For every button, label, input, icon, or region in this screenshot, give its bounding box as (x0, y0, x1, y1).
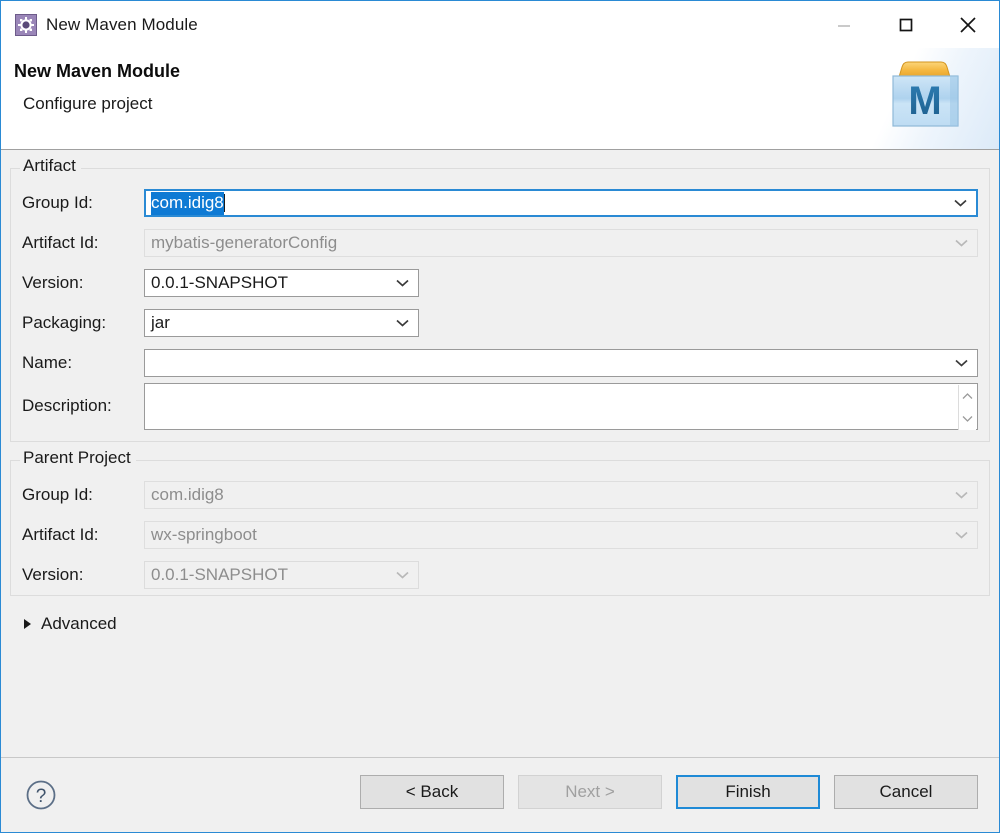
artifact-packaging-combo[interactable]: jar (144, 309, 419, 337)
next-button: Next > (518, 775, 662, 809)
title-bar: New Maven Module (1, 1, 999, 48)
label-artifact-packaging: Packaging: (22, 303, 144, 343)
label-artifact-artifact-id: Artifact Id: (22, 223, 144, 263)
parent-project-group: Parent Project Group Id: com.idig8 Artif… (10, 460, 990, 596)
row-artifact-packaging: Packaging: jar (11, 303, 989, 343)
chevron-down-icon[interactable] (396, 571, 409, 579)
artifact-packaging-value: jar (151, 313, 170, 333)
minimize-icon[interactable] (813, 1, 875, 48)
chevron-down-icon[interactable] (962, 415, 973, 422)
chevron-up-icon[interactable] (962, 393, 973, 400)
close-icon[interactable] (937, 1, 999, 48)
row-parent-version: Version: 0.0.1-SNAPSHOT (11, 555, 989, 595)
header-logo-area: M (849, 48, 999, 149)
svg-text:M: M (908, 79, 941, 123)
back-button[interactable]: < Back (360, 775, 504, 809)
text-caret (224, 194, 225, 212)
chevron-down-icon[interactable] (955, 491, 968, 499)
page-subtitle: Configure project (23, 94, 152, 114)
label-artifact-description: Description: (22, 383, 144, 429)
parent-artifact-id-combo[interactable]: wx-springboot (144, 521, 978, 549)
finish-button[interactable]: Finish (676, 775, 820, 809)
dialog-button-bar: ? < Back Next > Finish Cancel (1, 757, 999, 832)
artifact-artifact-id-value: mybatis-generatorConfig (151, 233, 337, 253)
parent-project-group-legend: Parent Project (20, 448, 136, 468)
artifact-description-textarea[interactable] (144, 383, 978, 430)
row-parent-artifact-id: Artifact Id: wx-springboot (11, 515, 989, 555)
artifact-version-combo[interactable]: 0.0.1-SNAPSHOT (144, 269, 419, 297)
dialog-body: Artifact Group Id: com.idig8 Artifact Id… (1, 150, 999, 757)
row-artifact-description: Description: (11, 383, 989, 441)
artifact-group: Artifact Group Id: com.idig8 Artifact Id… (10, 168, 990, 442)
label-parent-artifact-id: Artifact Id: (22, 515, 144, 555)
chevron-down-icon[interactable] (396, 279, 409, 287)
chevron-down-icon[interactable] (955, 359, 968, 367)
parent-group-id-value: com.idig8 (151, 485, 224, 505)
label-artifact-version: Version: (22, 263, 144, 303)
row-artifact-version: Version: 0.0.1-SNAPSHOT (11, 263, 989, 303)
advanced-label: Advanced (41, 614, 117, 634)
artifact-group-legend: Artifact (20, 156, 81, 176)
chevron-down-icon[interactable] (955, 239, 968, 247)
artifact-artifact-id-combo[interactable]: mybatis-generatorConfig (144, 229, 978, 257)
description-scroll-arrows[interactable] (958, 385, 976, 430)
artifact-name-combo[interactable] (144, 349, 978, 377)
dialog-header: New Maven Module Configure project (1, 48, 999, 150)
artifact-version-value: 0.0.1-SNAPSHOT (151, 273, 288, 293)
maven-logo: M (880, 56, 975, 136)
maven-module-icon (15, 14, 37, 36)
chevron-down-icon[interactable] (396, 319, 409, 327)
row-artifact-name: Name: (11, 343, 989, 383)
row-artifact-artifact-id: Artifact Id: mybatis-generatorConfig (11, 223, 989, 263)
row-parent-group-id: Group Id: com.idig8 (11, 475, 989, 515)
label-parent-version: Version: (22, 555, 144, 595)
window-title: New Maven Module (46, 15, 198, 35)
help-icon[interactable]: ? (25, 779, 57, 811)
cancel-button[interactable]: Cancel (834, 775, 978, 809)
label-artifact-group-id: Group Id: (22, 183, 144, 223)
advanced-section-toggle[interactable]: Advanced (10, 612, 990, 636)
window-controls (813, 1, 999, 48)
artifact-group-id-value: com.idig8 (151, 192, 224, 215)
parent-artifact-id-value: wx-springboot (151, 525, 257, 545)
parent-group-id-combo[interactable]: com.idig8 (144, 481, 978, 509)
parent-version-value: 0.0.1-SNAPSHOT (151, 565, 288, 585)
label-parent-group-id: Group Id: (22, 475, 144, 515)
svg-text:?: ? (36, 786, 47, 807)
chevron-down-icon[interactable] (955, 531, 968, 539)
chevron-right-icon[interactable] (23, 618, 32, 630)
wizard-buttons: < Back Next > Finish Cancel (360, 775, 978, 809)
row-artifact-group-id: Group Id: com.idig8 (11, 183, 989, 223)
new-maven-module-dialog: New Maven Module New Maven Module Config… (0, 0, 1000, 833)
chevron-down-icon[interactable] (954, 199, 967, 207)
label-artifact-name: Name: (22, 343, 144, 383)
page-title: New Maven Module (14, 61, 180, 82)
parent-version-combo[interactable]: 0.0.1-SNAPSHOT (144, 561, 419, 589)
artifact-group-id-combo[interactable]: com.idig8 (144, 189, 978, 217)
maximize-icon[interactable] (875, 1, 937, 48)
